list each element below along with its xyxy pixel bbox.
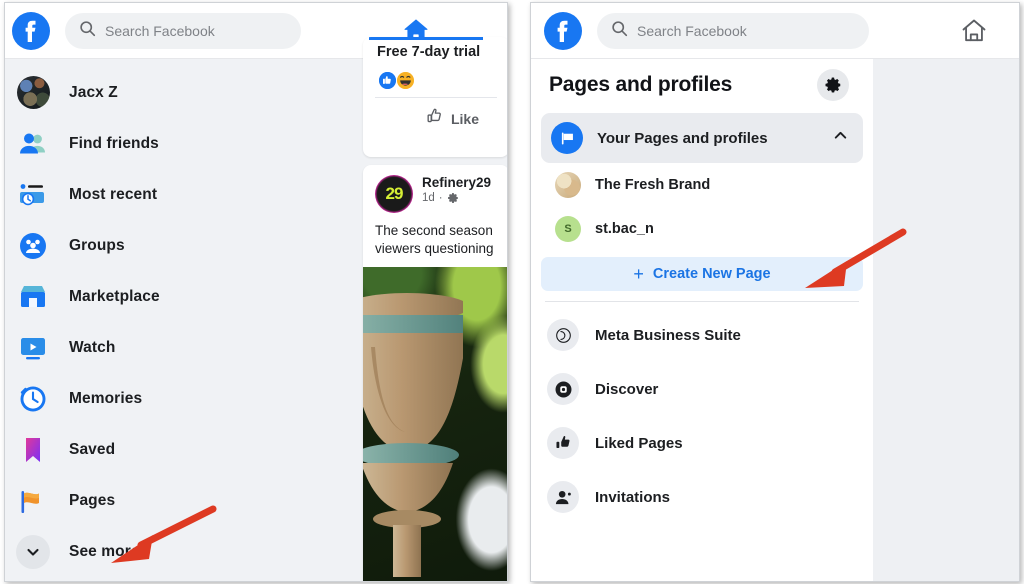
most-recent-icon <box>15 177 51 213</box>
like-reaction-icon <box>379 72 396 89</box>
search-input[interactable]: Search Facebook <box>597 12 869 49</box>
post-separator: · <box>438 192 443 204</box>
pages-and-profiles-card: Pages and profiles Your Pages and profil… <box>531 59 873 581</box>
gear-icon <box>447 192 459 204</box>
flag-icon <box>551 122 583 154</box>
list-item[interactable]: S st.bac_n <box>531 207 873 251</box>
feed-column: Free 7-day trial Like 29 Refinery29 1d ·… <box>363 37 507 581</box>
sidebar-item-label: Memories <box>69 389 143 407</box>
sidebar-item-find-friends[interactable]: Find friends <box>5 118 365 169</box>
chevron-down-icon <box>15 534 51 570</box>
user-avatar <box>15 75 51 111</box>
meta-logo-icon <box>547 319 579 351</box>
your-pages-and-profiles-section-header[interactable]: Your Pages and profiles <box>541 113 863 163</box>
haha-reaction-icon <box>397 72 414 89</box>
sidebar-item-label: Most recent <box>69 185 158 203</box>
marketplace-icon <box>15 279 51 315</box>
menu-item-label: Meta Business Suite <box>595 326 741 344</box>
avatar: S <box>555 216 581 242</box>
menu-item-label: Invitations <box>595 488 671 506</box>
sidebar-item-label: Marketplace <box>69 287 160 305</box>
search-input[interactable]: Search Facebook <box>65 12 301 49</box>
sidebar-item-marketplace[interactable]: Marketplace <box>5 271 365 322</box>
home-outline-icon[interactable] <box>959 16 989 46</box>
right-topbar: Search Facebook <box>531 3 1019 59</box>
like-button-label: Like <box>450 110 479 127</box>
garden-urn-illustration <box>363 293 463 577</box>
page-name: The Fresh Brand <box>595 177 711 193</box>
page-title: Pages and profiles <box>549 73 733 96</box>
sidebar-item-label: Saved <box>69 440 116 458</box>
post-author-name[interactable]: Refinery29 <box>422 175 491 190</box>
post-timestamp: 1d <box>422 192 435 204</box>
search-placeholder: Search Facebook <box>105 22 215 39</box>
right-panel-body: Pages and profiles Your Pages and profil… <box>531 59 1019 581</box>
feed-post-card: 29 Refinery29 1d · The second season vie… <box>363 165 507 581</box>
sidebar-item-label: Pages <box>69 491 116 509</box>
sidebar-item-groups[interactable]: Groups <box>5 220 365 271</box>
right-screenshot-panel: Search Facebook Pages and profiles Your … <box>530 2 1020 582</box>
avatar <box>555 172 581 198</box>
post-text: The second season viewers questioning <box>363 213 507 266</box>
left-screenshot-panel: Search Facebook Jacx Z Find friends Most… <box>4 2 508 582</box>
sidebar-item-label: Jacx Z <box>69 83 118 101</box>
memories-icon <box>15 381 51 417</box>
chevron-up-icon[interactable] <box>832 127 849 149</box>
search-icon <box>79 20 96 42</box>
sidebar-item-label: Find friends <box>69 134 159 152</box>
sidebar-item-most-recent[interactable]: Most recent <box>5 169 365 220</box>
person-add-icon <box>547 481 579 513</box>
sponsored-ad-card: Free 7-day trial Like <box>363 37 507 157</box>
divider <box>545 301 859 302</box>
facebook-logo[interactable] <box>11 11 51 51</box>
ad-title: Free 7-day trial <box>377 44 481 60</box>
left-sidebar-nav: Jacx Z Find friends Most recent Groups M… <box>5 59 365 577</box>
search-placeholder: Search Facebook <box>637 22 747 39</box>
sidebar-item-label: See more <box>69 542 140 560</box>
sidebar-item-pages[interactable]: Pages <box>5 475 365 526</box>
pages-header: Pages and profiles <box>531 59 873 111</box>
post-text-line-1: The second season <box>375 223 493 238</box>
screenshot-stage: Search Facebook Jacx Z Find friends Most… <box>0 0 1024 584</box>
sidebar-item-memories[interactable]: Memories <box>5 373 365 424</box>
sidebar-item-see-more[interactable]: See more <box>5 526 365 577</box>
left-panel-body: Jacx Z Find friends Most recent Groups M… <box>5 37 507 581</box>
search-icon <box>611 20 628 42</box>
menu-item-meta-business-suite[interactable]: Meta Business Suite <box>531 308 873 362</box>
watch-icon <box>15 330 51 366</box>
like-button[interactable]: Like <box>363 98 507 139</box>
page-name: st.bac_n <box>595 221 654 237</box>
menu-item-label: Discover <box>595 380 659 398</box>
menu-item-label: Liked Pages <box>595 434 683 452</box>
pages-flag-icon <box>15 483 51 519</box>
sidebar-item-saved[interactable]: Saved <box>5 424 365 475</box>
create-new-page-button[interactable]: + Create New Page <box>541 257 863 291</box>
groups-icon <box>15 228 51 264</box>
friends-icon <box>15 126 51 162</box>
menu-item-liked-pages[interactable]: Liked Pages <box>531 416 873 470</box>
sidebar-item-watch[interactable]: Watch <box>5 322 365 373</box>
saved-bookmark-icon <box>15 432 51 468</box>
menu-item-discover[interactable]: Discover <box>531 362 873 416</box>
reaction-summary[interactable] <box>363 60 507 97</box>
discover-compass-icon <box>547 373 579 405</box>
sidebar-item-label: Groups <box>69 236 125 254</box>
post-text-line-2: viewers questioning <box>375 241 494 257</box>
sidebar-item-label: Watch <box>69 338 116 356</box>
list-item[interactable]: The Fresh Brand <box>531 163 873 207</box>
plus-icon: + <box>633 264 644 284</box>
post-header: 29 Refinery29 1d · <box>363 165 507 213</box>
thumbs-up-outline-icon <box>426 107 444 130</box>
section-label: Your Pages and profiles <box>597 129 768 147</box>
menu-item-invitations[interactable]: Invitations <box>531 470 873 524</box>
gear-icon[interactable] <box>817 69 849 101</box>
create-new-page-label: Create New Page <box>652 266 771 282</box>
avatar[interactable]: 29 <box>375 175 413 213</box>
facebook-logo[interactable] <box>543 11 583 51</box>
post-photo[interactable] <box>363 267 507 581</box>
sidebar-item-profile[interactable]: Jacx Z <box>5 67 365 118</box>
thumbs-up-icon <box>547 427 579 459</box>
